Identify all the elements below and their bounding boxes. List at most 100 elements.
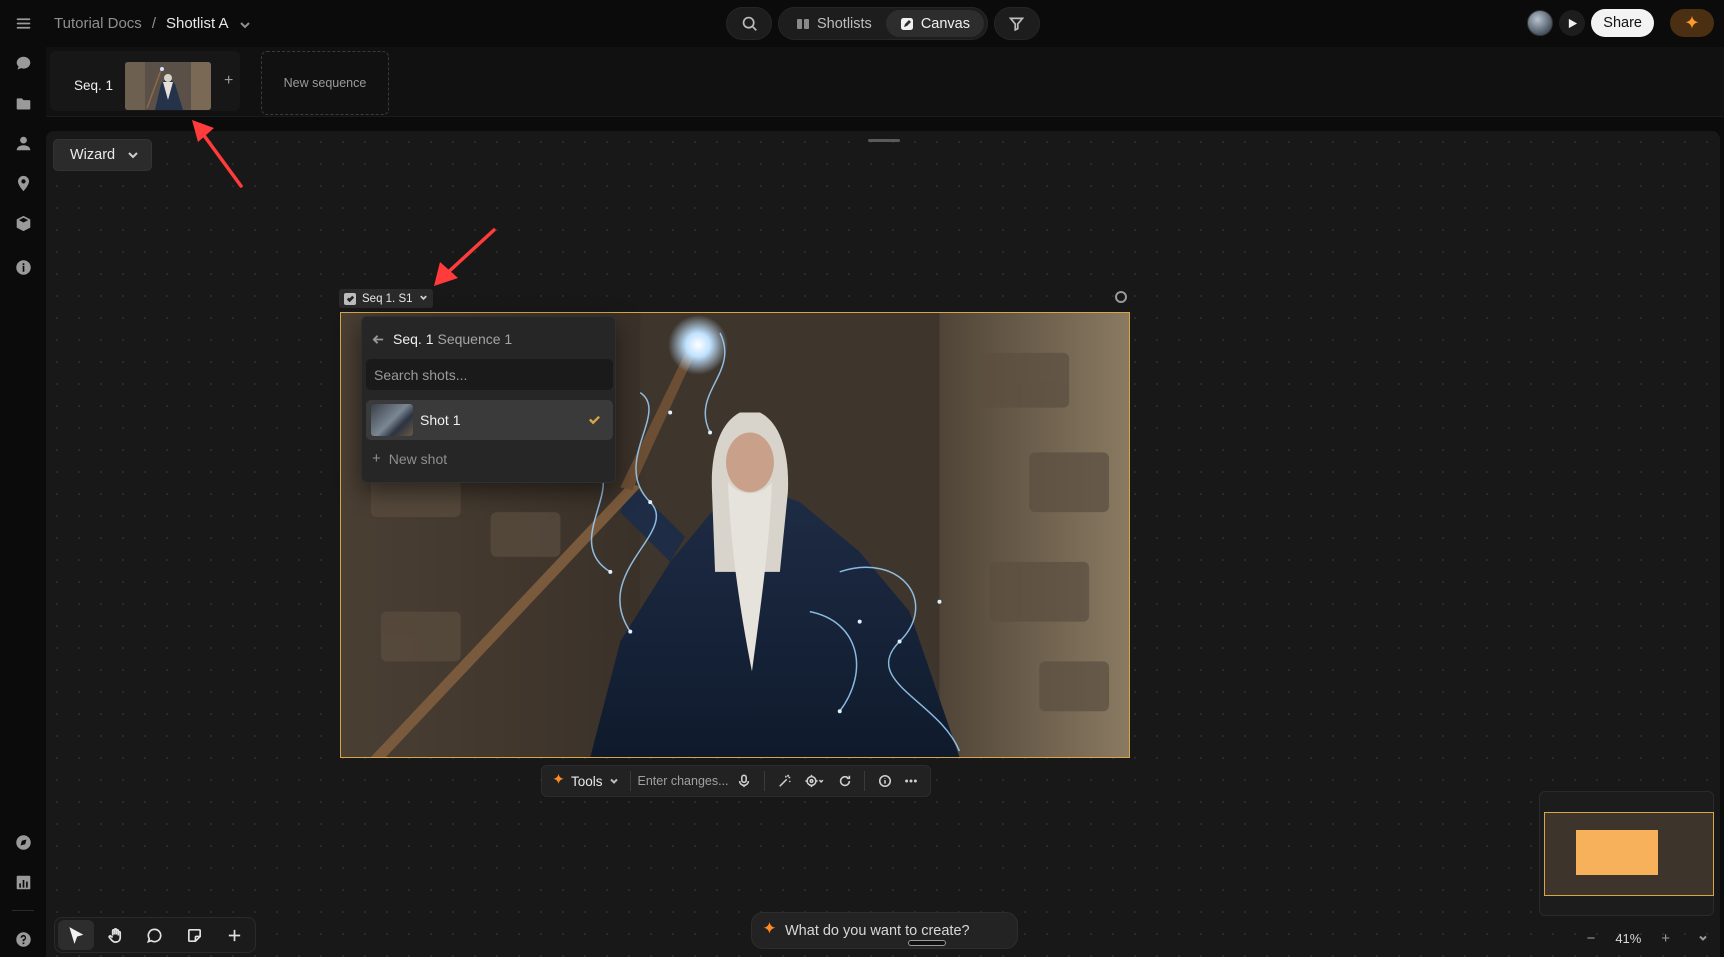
app-window: Tutorial Docs / Shotlist A Shotlists Can… [0,0,1724,957]
tools-dropdown[interactable]: Tools [548,773,623,789]
dropdown-seq-label: Seq. 1 [393,331,434,347]
user-icon[interactable] [12,132,34,154]
sticky-note-tool-button[interactable] [177,920,213,950]
dropdown-seq-name: Sequence 1 [437,331,513,347]
sequence-strip: Seq. 1 + New sequence [46,47,1724,117]
analytics-icon[interactable] [12,871,34,893]
chevron-down-icon[interactable] [239,18,251,30]
refresh-icon[interactable] [832,768,858,794]
rotate-handle[interactable] [1115,291,1127,303]
new-sequence-button[interactable]: New sequence [261,51,389,115]
zoom-out-button[interactable]: − [1578,925,1604,951]
plus-icon: + [372,450,381,467]
list-item[interactable]: Shot 1 [366,400,613,440]
sparkle-icon [762,921,777,941]
compass-icon[interactable] [12,831,34,853]
chevron-down-icon [128,152,138,159]
chevron-down-icon [609,774,619,789]
ai-assistant-button[interactable] [1670,9,1714,37]
sparkle-icon [552,773,565,789]
filter-button[interactable] [993,7,1040,40]
magic-wand-icon[interactable] [772,768,798,794]
create-prompt-bar[interactable]: What do you want to create? [751,912,1018,949]
chat-icon[interactable] [12,52,34,74]
info-icon[interactable] [872,768,898,794]
filter-icon [1009,17,1025,32]
sequence-label: Seq. 1 [74,78,114,93]
minimap-viewport[interactable] [1544,812,1714,896]
hand-tool-button[interactable] [98,920,134,950]
play-button[interactable] [1559,10,1586,36]
checkbox-icon[interactable] [344,292,356,305]
zoom-level[interactable]: 41% [1615,931,1641,946]
info-icon[interactable] [12,256,34,278]
select-tool-button[interactable] [58,920,94,950]
shot-tag[interactable]: Seq 1. S1 [339,289,433,308]
breadcrumb: Tutorial Docs / Shotlist A [54,15,251,32]
breadcrumb-root[interactable]: Tutorial Docs [54,15,142,32]
enter-changes-input[interactable] [637,774,732,788]
view-toggle: Shotlists Canvas [778,7,988,40]
header-actions: Share [1527,9,1714,37]
canvas-area[interactable]: Wizard Seq 1. S1 Seq. 1 Sequence 1 Searc… [46,131,1720,957]
divider [629,771,631,791]
microphone-icon[interactable] [732,768,758,794]
annotation-arrow-icon [192,120,243,188]
zoom-control: − 41% + [1578,924,1716,952]
tools-label: Tools [571,773,603,789]
location-pin-icon[interactable] [12,172,34,194]
more-icon[interactable] [898,768,924,794]
panel-drag-handle[interactable] [868,139,900,142]
new-shot-button[interactable]: + New shot [372,450,447,467]
prompt-placeholder: What do you want to create? [785,922,970,939]
folder-icon[interactable] [12,92,34,114]
shot-selector-dropdown: Seq. 1Sequence 1 Shot 1 + New shot [361,316,616,483]
canvas-edit-icon [900,17,913,30]
zoom-in-button[interactable]: + [1653,925,1679,951]
canvas-tool-palette [54,917,256,953]
aim-dropdown-icon[interactable] [798,768,832,794]
cube-icon[interactable] [12,212,34,234]
shot-tag-label: Seq 1. S1 [362,292,413,305]
search-button[interactable] [726,7,772,40]
sparkle-icon [1685,15,1699,29]
sequence-thumbnail [125,62,211,110]
columns-icon [797,18,809,29]
add-tool-button[interactable] [216,920,252,950]
chevron-down-icon [419,293,428,305]
cursor-icon [69,926,84,944]
annotation-arrow-icon [434,228,496,286]
tab-shotlists-label: Shotlists [817,15,872,32]
breadcrumb-separator: / [151,15,156,32]
minimap[interactable] [1539,791,1714,916]
sequence-card[interactable]: Seq. 1 [50,51,240,111]
wizard-label: Wizard [70,147,116,163]
tab-shotlists[interactable]: Shotlists [782,10,886,37]
dropdown-back[interactable]: Seq. 1 Sequence 1 [372,331,512,347]
new-shot-label: New shot [388,450,448,467]
play-icon [1568,18,1577,28]
chevron-down-icon[interactable] [1690,925,1716,951]
share-button[interactable]: Share [1591,9,1654,37]
search-shots-input[interactable] [366,359,613,390]
wizard-dropdown[interactable]: Wizard [53,139,153,171]
arrow-left-icon [372,334,384,344]
menu-icon[interactable] [12,12,34,34]
add-shot-button[interactable]: + [224,72,233,90]
minimap-shot [1576,830,1658,875]
shot-thumbnail [371,404,413,436]
plus-icon [228,929,240,941]
rail-divider [12,910,34,911]
shot-item-label: Shot 1 [420,412,461,428]
prompt-resize-handle[interactable] [908,940,946,946]
hand-icon [108,927,121,943]
help-icon[interactable] [12,928,34,950]
sticky-note-icon [188,928,202,942]
search-icon [742,16,757,31]
avatar[interactable] [1527,10,1554,36]
check-icon [588,413,601,431]
breadcrumb-current[interactable]: Shotlist A [166,15,229,32]
divider [764,771,766,791]
tab-canvas[interactable]: Canvas [885,10,984,37]
comment-tool-button[interactable] [137,920,173,950]
